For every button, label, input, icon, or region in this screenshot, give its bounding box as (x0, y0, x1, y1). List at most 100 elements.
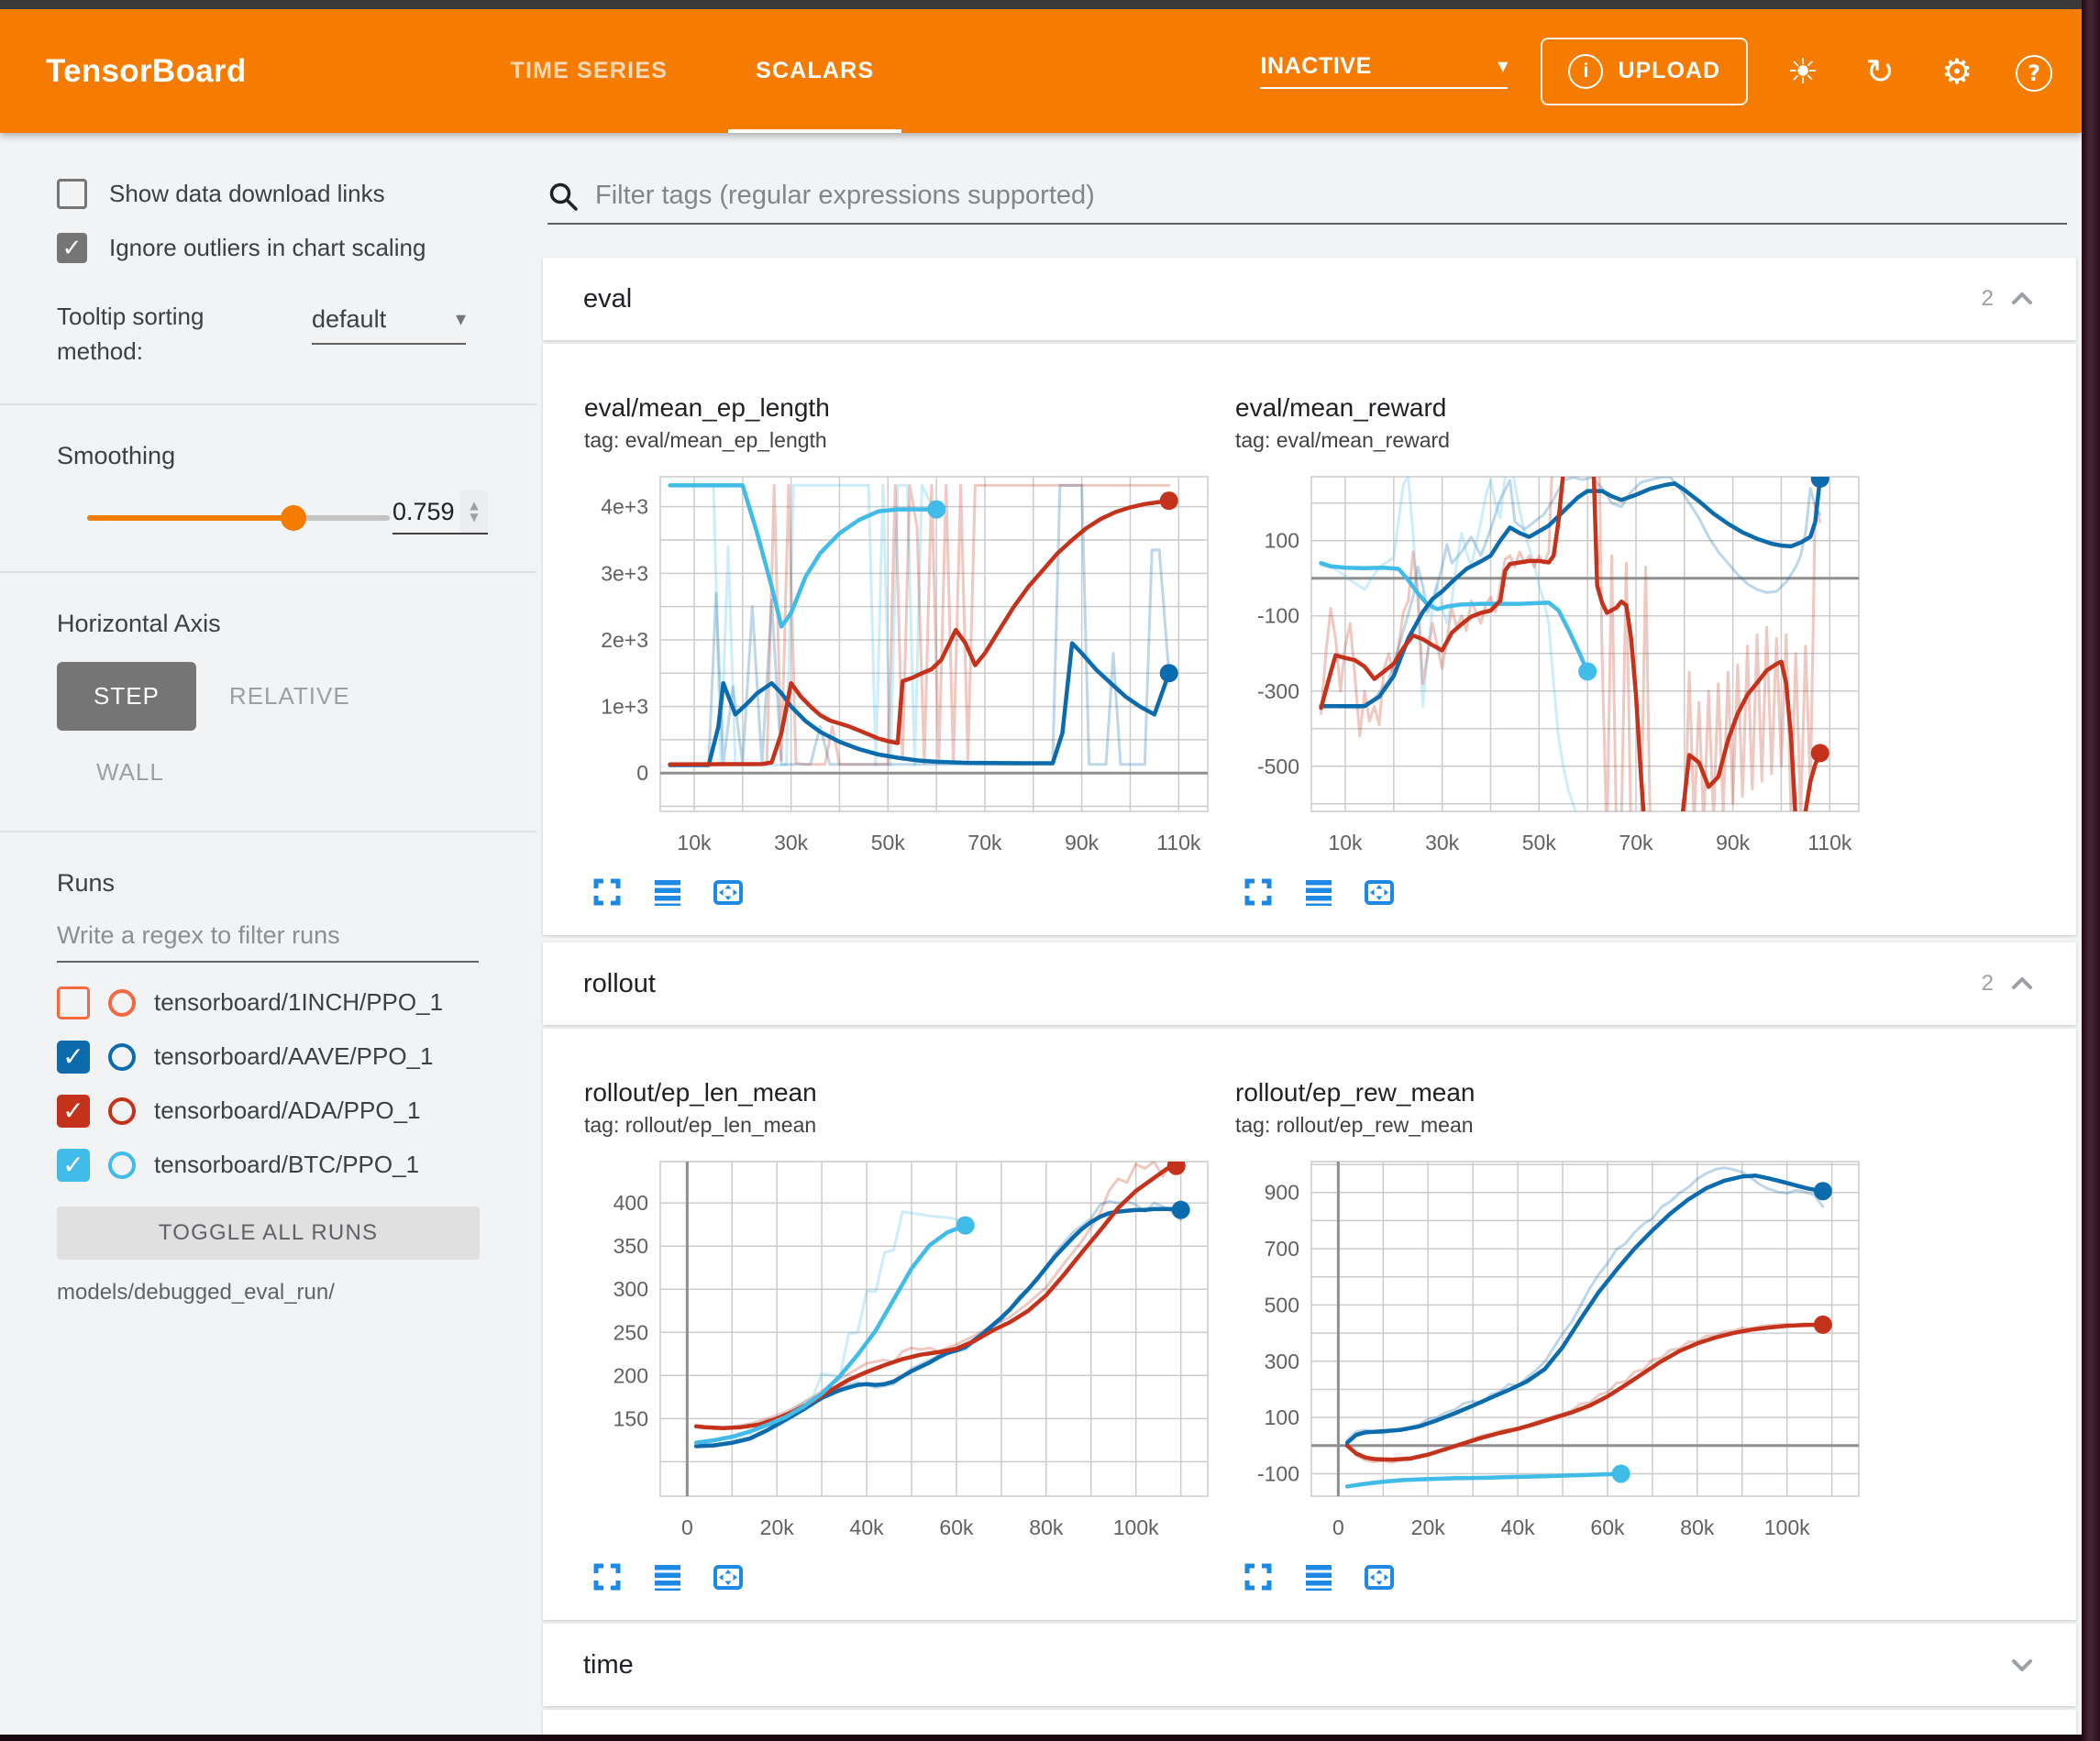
stepper-down-icon[interactable]: ▼ (470, 512, 478, 523)
smoothing-slider-thumb[interactable] (281, 505, 306, 531)
fullscreen-icon[interactable] (1243, 876, 1274, 908)
axis-relative-button[interactable]: RELATIVE (229, 682, 350, 711)
line-chart[interactable]: 10k30k50k70k90k110k01e+32e+33e+34e+3 (582, 468, 1215, 862)
help-icon[interactable]: ? (2012, 51, 2056, 92)
show-download-links-checkbox[interactable] (57, 179, 87, 209)
search-icon (547, 181, 579, 212)
x-tick-label: 20k (1411, 1515, 1446, 1539)
section-content-rollout: rollout/ep_len_mean tag: rollout/ep_len_… (543, 1029, 2076, 1620)
chart-title: eval/mean_reward (1235, 393, 1875, 423)
chart-rollout-ep-rew-mean: rollout/ep_rew_mean tag: rollout/ep_rew_… (1233, 1052, 1875, 1592)
fullscreen-icon[interactable] (591, 1561, 623, 1592)
x-tick-label: 10k (1328, 831, 1363, 854)
line-chart[interactable]: 020k40k60k80k100k-100100300500700900 (1233, 1152, 1866, 1547)
chart-title: eval/mean_ep_length (584, 393, 1224, 423)
x-tick-label: 80k (1680, 1515, 1715, 1539)
smoothing-control: 0.759 ▲▼ (0, 489, 536, 547)
number-stepper[interactable]: ▲▼ (460, 490, 488, 533)
smoothing-slider[interactable] (87, 515, 390, 521)
axis-wall-button[interactable]: WALL (96, 758, 164, 786)
fullscreen-icon[interactable] (591, 876, 623, 908)
series-end-dot (1811, 469, 1829, 488)
sync-status-value: INACTIVE (1260, 53, 1371, 80)
chevron-down-icon[interactable] (2008, 1651, 2036, 1679)
settings-gear-icon[interactable]: ⚙ (1935, 54, 1979, 89)
fit-domain-icon[interactable] (1364, 876, 1395, 908)
line-chart[interactable]: 020k40k60k80k100k150200250300350400 (582, 1152, 1215, 1547)
series-end-dot (1167, 1157, 1186, 1175)
ignore-outliers-label: Ignore outliers in chart scaling (109, 234, 426, 262)
y-tick-label: 900 (1265, 1181, 1299, 1205)
series-end-dot (1612, 1464, 1630, 1482)
section-content-eval: eval/mean_ep_length tag: eval/mean_ep_le… (543, 344, 2076, 935)
run-checkbox[interactable]: ✓ (57, 1095, 90, 1128)
app-title: TensorBoard (46, 53, 247, 90)
y-tick-label: 0 (636, 761, 648, 785)
fit-domain-icon[interactable] (713, 876, 744, 908)
run-row[interactable]: tensorboard/1INCH/PPO_1 (57, 975, 536, 1030)
sync-status-dropdown[interactable]: INACTIVE ▾ (1260, 53, 1508, 89)
tag-filter-input[interactable] (593, 180, 2067, 212)
window-top-border (0, 0, 2100, 9)
smoothing-value-input[interactable]: 0.759 ▲▼ (392, 490, 488, 534)
run-checkbox[interactable] (57, 986, 90, 1019)
runs-label: Runs (57, 869, 536, 898)
run-checkbox[interactable]: ✓ (57, 1149, 90, 1182)
axis-step-button[interactable]: STEP (57, 662, 196, 731)
run-color-indicator (108, 1151, 136, 1179)
data-table-icon[interactable] (652, 876, 683, 908)
page-scrollbar[interactable] (2082, 0, 2100, 1741)
app-bar: TensorBoard TIME SERIES SCALARS INACTIVE… (0, 9, 2082, 133)
settings-sidebar: Show data download links ✓ Ignore outlie… (0, 133, 536, 1735)
y-tick-label: 500 (1265, 1293, 1299, 1317)
run-label: tensorboard/1INCH/PPO_1 (154, 988, 443, 1017)
data-table-icon[interactable] (652, 1561, 683, 1592)
chart-eval-mean-ep-length: eval/mean_ep_length tag: eval/mean_ep_le… (582, 368, 1224, 908)
tooltip-sorting-dropdown[interactable]: default ▾ (312, 305, 466, 345)
run-row[interactable]: ✓tensorboard/ADA/PPO_1 (57, 1084, 536, 1138)
series-end-dot (1160, 664, 1178, 682)
chevron-up-icon[interactable] (2008, 285, 2036, 313)
chart-eval-mean-reward: eval/mean_reward tag: eval/mean_reward 1… (1233, 368, 1875, 908)
x-tick-label: 40k (1501, 1515, 1536, 1539)
y-tick-label: 250 (613, 1320, 648, 1344)
chart-tag: tag: eval/mean_reward (1235, 428, 1875, 453)
runs-filter-input[interactable] (57, 921, 479, 963)
section-header-eval[interactable]: eval 2 (543, 258, 2076, 340)
chart-rollout-ep-len-mean: rollout/ep_len_mean tag: rollout/ep_len_… (582, 1052, 1224, 1592)
brightness-icon[interactable]: ☀ (1781, 54, 1825, 89)
chart-toolbar (1243, 1561, 1875, 1592)
data-table-icon[interactable] (1303, 876, 1334, 908)
chart-toolbar (1243, 876, 1875, 908)
tab-time-series[interactable]: TIME SERIES (467, 9, 713, 133)
run-checkbox[interactable]: ✓ (57, 1041, 90, 1074)
chevron-up-icon[interactable] (2008, 970, 2036, 997)
tensorboard-app: TensorBoard TIME SERIES SCALARS INACTIVE… (0, 0, 2100, 1741)
y-tick-label: 300 (613, 1277, 648, 1301)
tab-scalars[interactable]: SCALARS (712, 9, 918, 133)
fit-domain-icon[interactable] (1364, 1561, 1395, 1592)
section-header-time[interactable]: time (543, 1624, 2076, 1706)
smoothing-label: Smoothing (57, 442, 536, 470)
x-tick-label: 90k (1716, 831, 1751, 854)
scalars-dashboard: eval 2 eval/mean_ep_length tag: eval/mea… (536, 133, 2082, 1735)
run-color-indicator (108, 1097, 136, 1125)
ignore-outliers-checkbox[interactable]: ✓ (57, 233, 87, 263)
section-header-rollout[interactable]: rollout 2 (543, 942, 2076, 1025)
run-row[interactable]: ✓tensorboard/BTC/PPO_1 (57, 1138, 536, 1192)
toggle-all-runs-button[interactable]: TOGGLE ALL RUNS (57, 1207, 480, 1260)
x-tick-label: 40k (850, 1515, 885, 1539)
data-table-icon[interactable] (1303, 1561, 1334, 1592)
x-tick-label: 0 (1332, 1515, 1344, 1539)
refresh-icon[interactable]: ↻ (1858, 54, 1902, 89)
show-download-links-label: Show data download links (109, 180, 385, 208)
upload-button[interactable]: i UPLOAD (1541, 38, 1748, 105)
fullscreen-icon[interactable] (1243, 1561, 1274, 1592)
y-tick-label: -100 (1257, 604, 1299, 628)
line-chart[interactable]: 10k30k50k70k90k110k100-100-300-500 (1233, 468, 1866, 862)
x-tick-label: 50k (1522, 831, 1557, 854)
y-tick-label: 200 (613, 1363, 648, 1387)
series-end-dot (1172, 1201, 1190, 1219)
run-row[interactable]: ✓tensorboard/AAVE/PPO_1 (57, 1030, 536, 1084)
fit-domain-icon[interactable] (713, 1561, 744, 1592)
